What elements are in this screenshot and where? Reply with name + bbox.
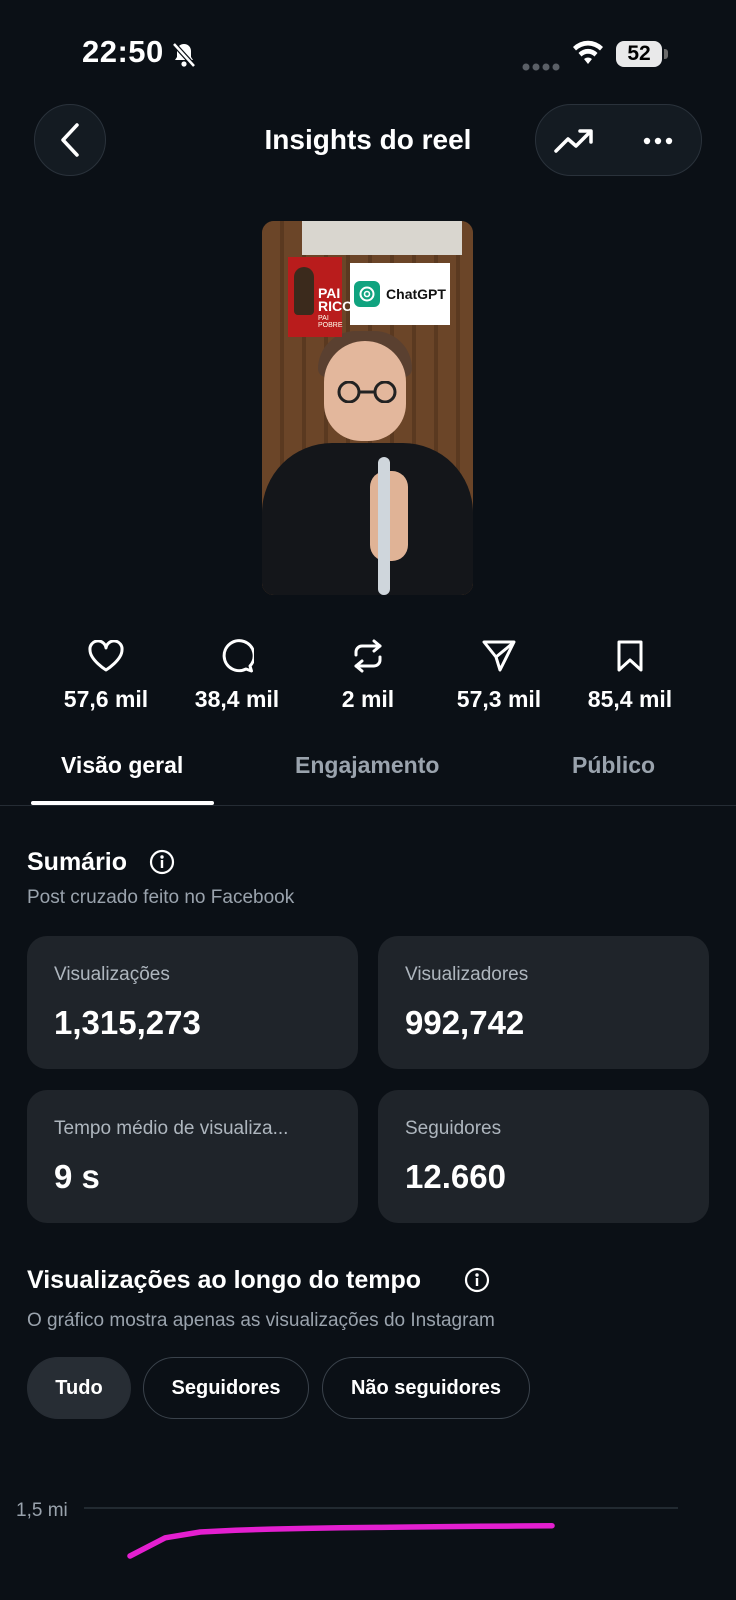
share-icon bbox=[482, 640, 516, 672]
viewers-card[interactable]: Visualizadores 992,742 bbox=[378, 936, 709, 1069]
chatgpt-logo-icon bbox=[354, 281, 381, 307]
avg-watch-time-card[interactable]: Tempo médio de visualiza... 9 s bbox=[27, 1090, 358, 1223]
likes-stat[interactable]: 57,6 mil bbox=[41, 636, 171, 713]
summary-subtitle: Post cruzado feito no Facebook bbox=[27, 887, 295, 908]
views-label: Visualizações bbox=[54, 964, 170, 985]
battery-icon: 52 bbox=[616, 41, 662, 67]
battery-tip bbox=[664, 49, 668, 59]
header-actions bbox=[535, 104, 702, 176]
comment-icon bbox=[222, 639, 254, 673]
signal-icon bbox=[522, 58, 560, 76]
avg-watch-time-label: Tempo médio de visualiza... bbox=[54, 1118, 289, 1139]
comments-count: 38,4 mil bbox=[194, 686, 280, 712]
followers-value: 12.660 bbox=[405, 1158, 506, 1195]
views-over-time-title: Visualizações ao longo do tempo bbox=[27, 1266, 422, 1294]
status-time: 22:50 bbox=[82, 34, 164, 69]
followers-card[interactable]: Seguidores 12.660 bbox=[378, 1090, 709, 1223]
views-card[interactable]: Visualizações 1,315,273 bbox=[27, 936, 358, 1069]
book-portrait bbox=[294, 267, 314, 315]
repost-icon bbox=[354, 639, 382, 673]
reposts-stat[interactable]: 2 mil bbox=[303, 636, 433, 713]
followers-label: Seguidores bbox=[405, 1118, 502, 1139]
saves-count: 85,4 mil bbox=[587, 686, 673, 712]
likes-count: 57,6 mil bbox=[63, 686, 149, 712]
shares-stat[interactable]: 57,3 mil bbox=[434, 636, 564, 713]
book-cover: PAI RICO PAI POBRE bbox=[288, 257, 353, 337]
glasses-shape bbox=[337, 381, 397, 403]
avg-watch-time-value: 9 s bbox=[54, 1158, 100, 1195]
air-conditioner bbox=[302, 221, 462, 255]
tab-divider bbox=[0, 805, 736, 806]
filter-non-followers-chip[interactable]: Não seguidores bbox=[322, 1357, 530, 1419]
more-options-button[interactable] bbox=[636, 119, 680, 163]
shares-count: 57,3 mil bbox=[456, 686, 542, 712]
chatgpt-overlay: ChatGPT bbox=[350, 263, 450, 325]
reel-thumbnail[interactable]: PAI RICO PAI POBRE ChatGPT bbox=[262, 221, 473, 595]
book-title: PAI RICO bbox=[318, 285, 353, 314]
views-chart: 1,5 mi bbox=[16, 1500, 678, 1559]
tab-overview[interactable]: Visão geral bbox=[61, 752, 183, 779]
heart-icon bbox=[88, 640, 124, 672]
bell-off-icon bbox=[172, 42, 196, 73]
views-series-line bbox=[127, 1522, 555, 1559]
tab-engagement[interactable]: Engajamento bbox=[295, 752, 439, 779]
filter-followers-chip[interactable]: Seguidores bbox=[143, 1357, 309, 1419]
filter-all-chip[interactable]: Tudo bbox=[27, 1357, 131, 1419]
chatgpt-label: ChatGPT bbox=[386, 286, 446, 302]
viewers-label: Visualizadores bbox=[405, 964, 529, 985]
y-tick-label: 1,5 mi bbox=[16, 1500, 68, 1521]
wifi-icon bbox=[572, 40, 604, 71]
views-value: 1,315,273 bbox=[54, 1004, 201, 1041]
info-icon[interactable] bbox=[464, 1267, 490, 1293]
reposts-count: 2 mil bbox=[341, 686, 395, 712]
person-body bbox=[262, 443, 473, 595]
bookmark-icon bbox=[617, 640, 643, 672]
summary-title: Sumário bbox=[27, 848, 128, 876]
pen-object bbox=[378, 457, 390, 595]
book-subtitle: PAI POBRE bbox=[318, 315, 343, 329]
more-icon bbox=[643, 137, 673, 145]
comments-stat[interactable]: 38,4 mil bbox=[172, 636, 302, 713]
viewers-value: 992,742 bbox=[405, 1004, 525, 1041]
trending-button[interactable] bbox=[552, 119, 596, 163]
tab-audience[interactable]: Público bbox=[572, 752, 655, 779]
info-icon[interactable] bbox=[149, 849, 175, 875]
saves-stat[interactable]: 85,4 mil bbox=[565, 636, 695, 713]
views-over-time-subtitle: O gráfico mostra apenas as visualizações… bbox=[27, 1310, 495, 1331]
trending-up-icon bbox=[554, 129, 593, 153]
